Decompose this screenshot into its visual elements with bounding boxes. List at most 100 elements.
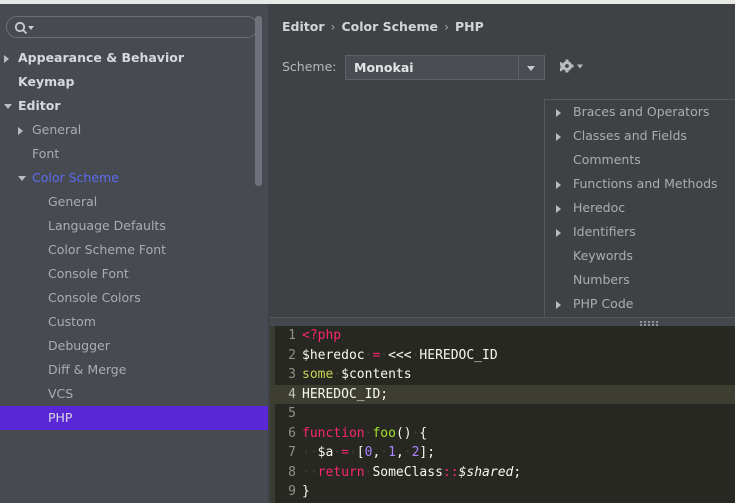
category-label: Identifiers xyxy=(573,224,636,239)
chevron-right-icon[interactable] xyxy=(556,301,561,309)
code-token: HEREDOC_ID xyxy=(419,347,498,363)
breadcrumb-item[interactable]: PHP xyxy=(455,19,484,34)
settings-window: Appearance & Behavior Keymap Editor General… xyxy=(0,0,735,503)
sidebar-item-keymap[interactable]: Keymap xyxy=(0,70,268,94)
sidebar-item-font[interactable]: Font xyxy=(0,142,268,166)
code-line[interactable]: 8 ··return·SomeClass::$shared; xyxy=(270,463,735,483)
chevron-right-icon[interactable] xyxy=(556,229,561,237)
scheme-settings-button[interactable] xyxy=(558,57,588,77)
sidebar-item-label: Color Scheme Font xyxy=(48,242,167,257)
code-line-text: function·foo()·{ xyxy=(302,426,427,441)
scheme-dropdown-button[interactable] xyxy=(518,56,544,79)
sidebar-item-custom[interactable]: Custom xyxy=(0,310,268,334)
breadcrumb-item[interactable]: Color Scheme xyxy=(342,19,438,34)
sidebar-item-editor[interactable]: Editor xyxy=(0,94,268,118)
sidebar-item-debugger[interactable]: Debugger xyxy=(0,334,268,358)
sidebar-item-diff-merge[interactable]: Diff & Merge xyxy=(0,358,268,382)
code-token: , xyxy=(395,445,404,460)
color-scheme-category-tree: Braces and Operators Classes and Fields Co… xyxy=(544,99,735,321)
code-line[interactable]: 3 some·$contents xyxy=(270,365,735,385)
chevron-right-icon[interactable] xyxy=(556,109,561,117)
sidebar-search-box[interactable] xyxy=(6,16,258,38)
chevron-right-icon[interactable] xyxy=(556,181,561,189)
line-number: 7 xyxy=(288,445,296,460)
code-token: ]; xyxy=(419,445,436,460)
category-row-identifiers[interactable]: Identifiers xyxy=(545,220,735,244)
category-row-comments[interactable]: Comments xyxy=(545,148,735,172)
breadcrumb-item[interactable]: Editor xyxy=(282,19,325,34)
sidebar-item-label: Language Defaults xyxy=(48,218,166,233)
category-label: Braces and Operators xyxy=(573,104,710,119)
sidebar-item-label: Console Font xyxy=(48,266,129,281)
sidebar-scrollbar-track[interactable] xyxy=(255,10,265,465)
code-line[interactable]: 7 ··$a·=·[0,·1,·2]; xyxy=(270,443,735,463)
sidebar-item-label: General xyxy=(32,122,82,137)
code-token: HEREDOC_ID; xyxy=(302,386,389,402)
sidebar-item-console-font[interactable]: Console Font xyxy=(0,262,268,286)
sidebar-item-label: Font xyxy=(32,146,60,161)
code-line-text: ··return·SomeClass::$shared; xyxy=(302,465,521,480)
search-input[interactable] xyxy=(37,18,256,38)
code-line[interactable]: 9} xyxy=(270,482,735,502)
chevron-down-icon xyxy=(527,66,535,71)
chevron-right-icon[interactable] xyxy=(18,127,23,135)
chevron-right-icon[interactable] xyxy=(4,55,9,63)
sidebar-item-appearance-behavior[interactable]: Appearance & Behavior xyxy=(0,46,268,70)
code-token: { xyxy=(419,425,428,441)
sidebar-item-label: Custom xyxy=(48,314,96,329)
code-token: some xyxy=(302,367,334,382)
code-token: SomeClass xyxy=(372,464,443,480)
line-number: 1 xyxy=(288,328,296,343)
code-preview[interactable]: 1 <?php 2 $heredoc·=·<<<·HEREDOC_ID 3 some·$c… xyxy=(270,326,735,503)
code-token: · xyxy=(333,367,342,382)
code-token: <?php xyxy=(302,328,342,343)
sidebar-item-language-defaults[interactable]: Language Defaults xyxy=(0,214,268,238)
chevron-down-icon[interactable] xyxy=(4,104,12,109)
category-row-keywords[interactable]: Keywords xyxy=(545,244,735,268)
category-label: Heredoc xyxy=(573,200,626,215)
code-line-text: <?php xyxy=(302,328,341,343)
code-token: ·· xyxy=(302,445,318,460)
sidebar-item-general[interactable]: General xyxy=(0,190,268,214)
line-number: 3 xyxy=(288,367,296,382)
code-line[interactable]: 4 HEREDOC_ID; xyxy=(270,384,735,404)
panel-splitter[interactable] xyxy=(270,317,735,326)
category-row-php-code[interactable]: PHP Code xyxy=(545,292,735,316)
line-number: 6 xyxy=(288,425,296,441)
category-label: Classes and Fields xyxy=(573,128,687,143)
sidebar-item-console-colors[interactable]: Console Colors xyxy=(0,286,268,310)
sidebar-scrollbar-thumb[interactable] xyxy=(255,16,262,186)
category-row-braces-and-operators[interactable]: Braces and Operators xyxy=(545,100,735,124)
code-token: function xyxy=(302,425,365,441)
chevron-right-icon[interactable] xyxy=(556,205,561,213)
code-token: 1 xyxy=(388,445,396,460)
scheme-combobox[interactable]: Monokai xyxy=(345,55,545,80)
chevron-down-icon[interactable] xyxy=(18,176,26,181)
category-row-functions-and-methods[interactable]: Functions and Methods xyxy=(545,172,735,196)
code-token: [ xyxy=(356,445,365,460)
line-number: 5 xyxy=(288,406,296,421)
breadcrumb-separator: › xyxy=(443,19,449,34)
sidebar-item-label: General xyxy=(48,194,98,209)
sidebar-item-color-scheme-font[interactable]: Color Scheme Font xyxy=(0,238,268,262)
category-row-classes-and-fields[interactable]: Classes and Fields xyxy=(545,124,735,148)
chevron-right-icon[interactable] xyxy=(556,133,561,141)
code-line-text: some·$contents xyxy=(302,367,412,382)
line-number: 9 xyxy=(288,484,296,499)
sidebar-item-label: Diff & Merge xyxy=(48,362,127,377)
sidebar-item-color-scheme[interactable]: Color Scheme xyxy=(0,166,268,190)
search-icon xyxy=(13,20,35,36)
sidebar-item-php[interactable]: PHP xyxy=(0,406,268,430)
code-line[interactable]: 1 <?php xyxy=(270,326,735,346)
sidebar-item-label: Appearance & Behavior xyxy=(18,50,184,65)
category-row-numbers[interactable]: Numbers xyxy=(545,268,735,292)
category-label: PHP Code xyxy=(573,296,634,311)
code-line[interactable]: 6 function·foo()·{ xyxy=(270,424,735,444)
category-row-heredoc[interactable]: Heredoc xyxy=(545,196,735,220)
code-line[interactable]: 5 xyxy=(270,404,735,424)
code-line[interactable]: 2 $heredoc·=·<<<·HEREDOC_ID xyxy=(270,346,735,366)
sidebar-item-general[interactable]: General xyxy=(0,118,268,142)
sidebar-item-label: Color Scheme xyxy=(32,170,119,185)
sidebar-item-label: Editor xyxy=(18,98,61,113)
sidebar-item-vcs[interactable]: VCS xyxy=(0,382,268,406)
